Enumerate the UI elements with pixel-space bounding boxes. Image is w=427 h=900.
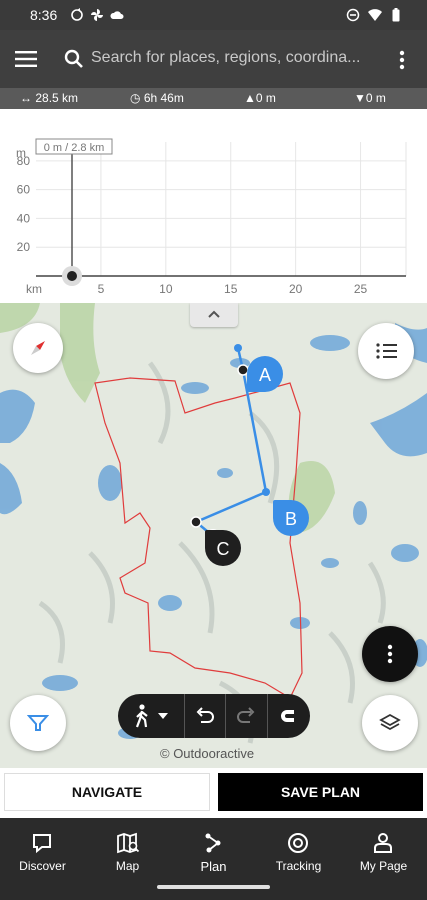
descent-value: 0 m — [365, 91, 386, 105]
tab-label: My Page — [359, 859, 408, 873]
route-stats-bar: ↔ 28.5 km ◷ 6h 46m ▲0 m ▼0 m — [0, 88, 427, 109]
person-icon — [374, 833, 392, 853]
ascent-icon: ▲ — [244, 91, 256, 105]
elevation-chart[interactable]: m 80 60 40 20 km 5 10 15 20 25 0 m / 2.8 km — [0, 109, 427, 303]
tab-tracking[interactable]: Tracking — [256, 824, 341, 874]
collapse-chart-button[interactable] — [190, 303, 238, 327]
tab-label: Plan — [200, 859, 227, 874]
list-icon — [376, 343, 397, 359]
ascent-value: 0 m — [255, 91, 276, 105]
hiker-icon — [135, 704, 148, 728]
save-plan-button[interactable]: SAVE PLAN — [218, 773, 423, 811]
chevron-down-icon — [158, 713, 168, 719]
navigate-button[interactable]: NAVIGATE — [4, 773, 210, 811]
wifi-icon — [368, 9, 382, 21]
waypoint-c-marker[interactable]: C — [205, 530, 241, 566]
distance-value: 28.5 km — [35, 91, 79, 105]
plan-icon — [205, 833, 221, 853]
layers-button[interactable] — [362, 695, 418, 751]
search-input[interactable]: Search for places, regions, coordina... — [58, 38, 378, 80]
y-tick-label: 20 — [17, 240, 31, 254]
activity-selector[interactable] — [118, 694, 180, 738]
x-tick-label: 20 — [289, 282, 303, 296]
map-copyright: © Outdooractive — [160, 746, 255, 761]
x-tick-label: 5 — [98, 282, 105, 296]
tab-plan[interactable]: Plan — [171, 824, 256, 874]
waypoint-list-button[interactable] — [358, 323, 414, 379]
tracking-icon — [288, 833, 308, 853]
status-time: 8:36 — [30, 7, 58, 23]
chart-cursor-label: 0 m / 2.8 km — [44, 142, 105, 154]
status-bar: 8:36 — [0, 0, 427, 30]
tab-my-page[interactable]: My Page — [341, 824, 426, 874]
more-vert-icon — [387, 644, 393, 664]
tab-label: Tracking — [275, 859, 322, 873]
action-buttons: NAVIGATE SAVE PLAN — [0, 768, 427, 818]
tab-discover[interactable]: Discover — [0, 824, 85, 874]
waypoint-a-label: A — [258, 365, 271, 385]
compass-button[interactable] — [13, 323, 63, 373]
distance-stat: ↔ 28.5 km — [20, 91, 78, 105]
more-vert-icon[interactable] — [396, 50, 408, 70]
dnd-icon — [346, 8, 360, 22]
x-tick-label: 15 — [224, 282, 238, 296]
bottom-navigation: Discover Map Plan Tracking My Page — [0, 818, 427, 900]
waypoint-c-anchor — [190, 516, 202, 528]
layers-icon — [379, 713, 401, 731]
tab-label: Map — [115, 859, 140, 873]
menu-icon[interactable] — [15, 50, 37, 68]
y-tick-label: 80 — [17, 154, 31, 168]
duration-value: 6h 46m — [143, 91, 184, 105]
clock-icon: ◷ — [130, 91, 141, 105]
chevron-up-icon — [208, 310, 220, 318]
discover-icon — [33, 834, 51, 854]
filter-icon — [27, 715, 49, 731]
duration-stat: ◷ 6h 46m — [130, 91, 184, 105]
filter-button[interactable] — [10, 695, 66, 751]
distance-icon: ↔ — [20, 91, 32, 105]
tab-map[interactable]: Map — [85, 824, 170, 874]
chart-cursor-point — [67, 271, 77, 281]
descent-icon: ▼ — [354, 91, 366, 105]
compass-icon — [31, 341, 45, 355]
cloud-icon — [110, 11, 124, 19]
sync-icon — [71, 8, 83, 21]
planning-toolbar — [118, 694, 310, 738]
map-icon — [117, 832, 140, 854]
waypoint-b-marker[interactable]: B — [273, 500, 309, 536]
x-axis-label: km — [26, 282, 42, 296]
app-bar: Search for places, regions, coordina... — [0, 30, 427, 88]
undo-icon — [196, 707, 214, 723]
route-vertex — [262, 488, 270, 496]
elevation-chart-svg: m80604020km 5 10 15 20 250 m / 2.8 km — [16, 138, 407, 296]
waypoint-a-marker[interactable]: A — [247, 356, 283, 392]
pinwheel-icon — [91, 9, 103, 21]
waypoint-b-label: B — [284, 509, 297, 529]
map-view[interactable]: A B C © Outdooractive — [0, 303, 427, 768]
x-tick-label: 10 — [159, 282, 173, 296]
search-icon — [64, 49, 83, 68]
ascent-stat: ▲0 m — [244, 91, 276, 105]
redo-icon — [237, 707, 255, 723]
redo-button[interactable] — [226, 694, 266, 738]
more-actions-button[interactable] — [362, 626, 418, 682]
waypoint-c-label: C — [216, 539, 230, 559]
snap-button[interactable] — [268, 694, 310, 738]
undo-button[interactable] — [185, 694, 225, 738]
y-tick-label: 40 — [17, 211, 31, 225]
route-start-point — [234, 344, 242, 352]
battery-icon — [392, 8, 400, 22]
home-indicator — [157, 885, 270, 889]
search-placeholder: Search for places, regions, coordina... — [91, 49, 361, 66]
y-tick-label: 60 — [17, 183, 31, 197]
magnet-icon — [281, 710, 294, 722]
descent-stat: ▼0 m — [354, 91, 386, 105]
x-tick-label: 25 — [354, 282, 368, 296]
tab-label: Discover — [19, 859, 66, 873]
